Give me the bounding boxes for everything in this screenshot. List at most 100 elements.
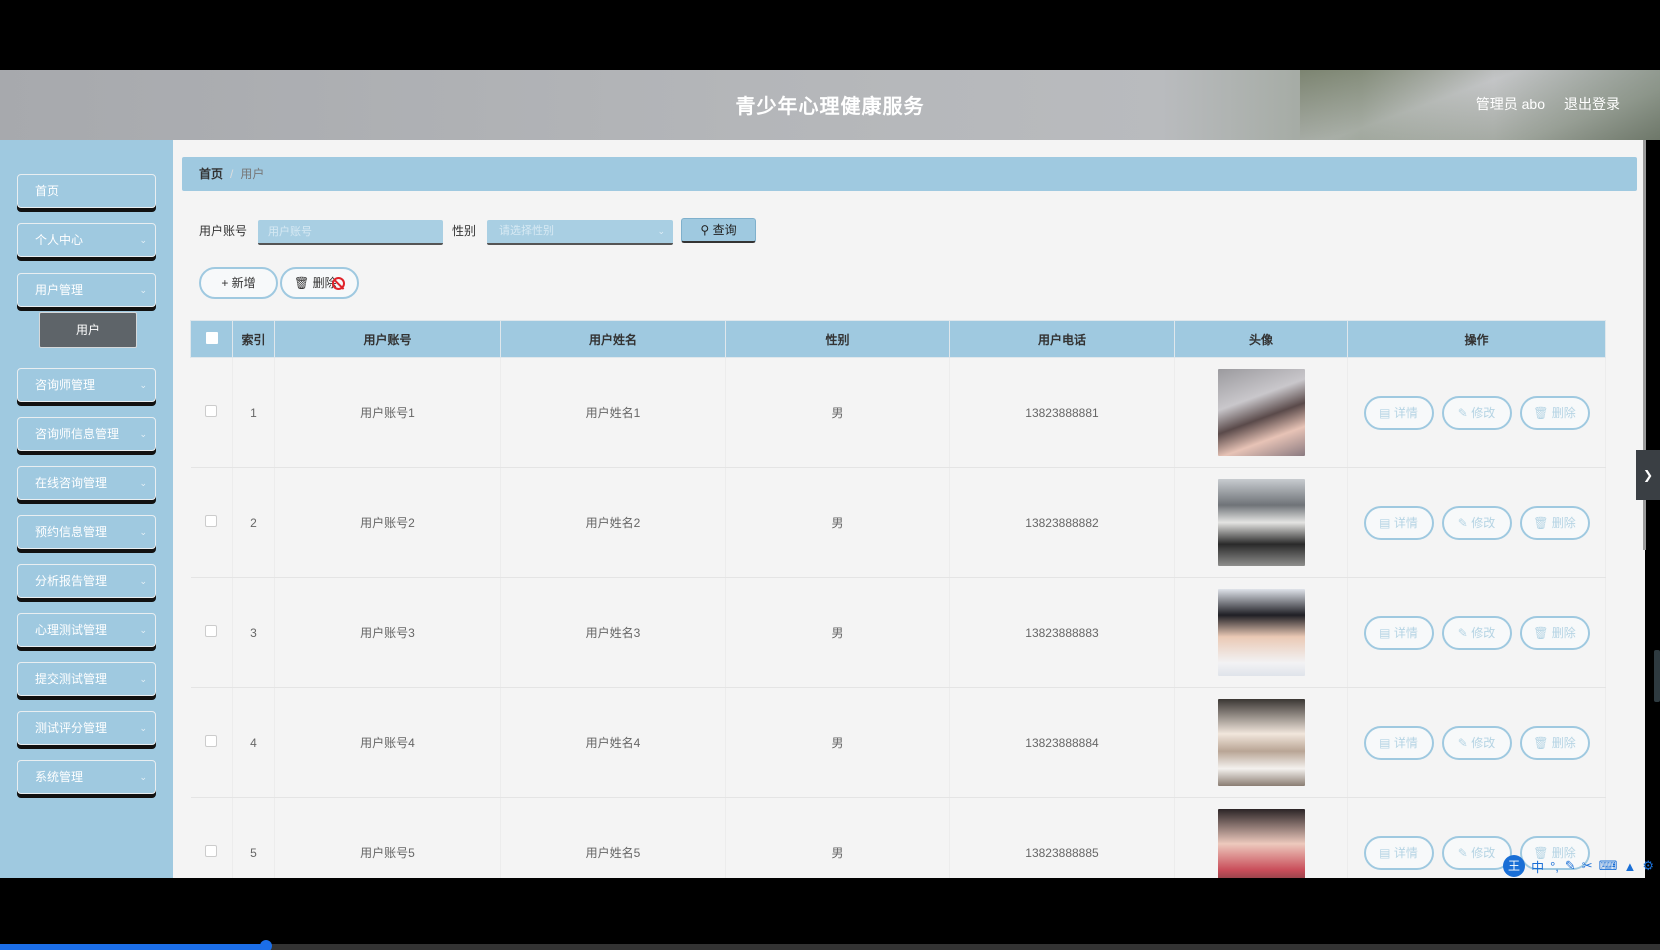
row-select-cell bbox=[190, 467, 233, 578]
query-button[interactable]: ⚲ 查询 bbox=[681, 218, 756, 243]
sidebar-item-label: 咨询师信息管理 bbox=[35, 427, 120, 441]
avatar-image[interactable] bbox=[1217, 369, 1305, 456]
table-header-row: 索引 用户账号 用户姓名 性别 用户电话 头像 操作 bbox=[190, 320, 1606, 358]
batch-delete-button[interactable]: 🗑 删除 bbox=[280, 267, 359, 299]
cell-gender: 男 bbox=[725, 687, 950, 798]
chevron-down-icon: ⌄ bbox=[139, 235, 147, 245]
edit-button[interactable]: ✎ 修改 bbox=[1441, 725, 1512, 760]
table-row[interactable]: 1 用户账号1 用户姓名1 男 13823888881 ▤ 详情 ✎ 修改 🗑 删除 bbox=[190, 357, 1606, 468]
edit-button-label: 修改 bbox=[1471, 625, 1496, 640]
detail-button[interactable]: ▤ 详情 bbox=[1363, 725, 1434, 760]
edit-button[interactable]: ✎ 修改 bbox=[1441, 395, 1512, 430]
logout-button[interactable]: 退出登录 bbox=[1564, 94, 1620, 114]
sidebar-item-label: 个人中心 bbox=[35, 233, 84, 247]
cell-gender: 男 bbox=[725, 577, 950, 688]
table-row[interactable]: 4 用户账号4 用户姓名4 男 13823888884 ▤ 详情 ✎ 修改 🗑 删除 bbox=[190, 687, 1606, 798]
ime-logo[interactable]: 王 bbox=[1503, 855, 1526, 877]
video-progress-bar[interactable] bbox=[0, 940, 1660, 950]
sidebar-item-system-management[interactable]: 系统管理 ⌄ bbox=[17, 760, 156, 794]
edit-button-label: 修改 bbox=[1471, 845, 1496, 860]
sidebar-item-submit-test-management[interactable]: 提交测试管理 ⌄ bbox=[17, 662, 156, 696]
video-progress-knob[interactable] bbox=[259, 940, 272, 950]
sidebar-item-label: 首页 bbox=[35, 184, 60, 198]
table-row[interactable]: 5 用户账号5 用户姓名5 男 13823888885 ▤ 详情 ✎ 修改 🗑 删除 bbox=[190, 797, 1606, 878]
detail-button[interactable]: ▤ 详情 bbox=[1363, 835, 1434, 870]
cell-avatar bbox=[1174, 577, 1348, 688]
row-checkbox[interactable] bbox=[205, 405, 218, 417]
row-checkbox[interactable] bbox=[205, 515, 218, 527]
edit-button[interactable]: ✎ 修改 bbox=[1441, 835, 1512, 870]
gear-icon[interactable]: ⚙ bbox=[1642, 858, 1654, 874]
detail-button[interactable]: ▤ 详情 bbox=[1363, 615, 1434, 650]
row-delete-button[interactable]: 🗑 删除 bbox=[1519, 505, 1590, 540]
edit-button[interactable]: ✎ 修改 bbox=[1441, 615, 1512, 650]
cell-phone: 13823888885 bbox=[949, 797, 1175, 878]
sidebar-item-counselor-info-management[interactable]: 咨询师信息管理 ⌄ bbox=[17, 417, 156, 451]
sidebar-item-label: 用户管理 bbox=[35, 283, 84, 297]
sidebar-item-home[interactable]: 首页 bbox=[17, 174, 156, 208]
row-select-cell bbox=[190, 687, 233, 798]
punctuation-icon[interactable]: °, bbox=[1550, 859, 1559, 874]
add-button[interactable]: + 新增 bbox=[199, 267, 278, 299]
cell-index: 1 bbox=[232, 357, 275, 468]
table-body: 1 用户账号1 用户姓名1 男 13823888881 ▤ 详情 ✎ 修改 🗑 删除 2 用户账号… bbox=[190, 357, 1606, 878]
sidebar-item-test-score-management[interactable]: 测试评分管理 ⌄ bbox=[17, 711, 156, 745]
row-delete-button[interactable]: 🗑 删除 bbox=[1519, 725, 1590, 760]
cell-operations: ▤ 详情 ✎ 修改 🗑 删除 bbox=[1347, 687, 1606, 798]
document-icon: ▤ bbox=[1379, 735, 1394, 750]
edit-button[interactable]: ✎ 修改 bbox=[1441, 505, 1512, 540]
pencil-icon: ✎ bbox=[1457, 625, 1472, 640]
cell-phone: 13823888882 bbox=[949, 467, 1175, 578]
row-delete-button-label: 删除 bbox=[1551, 515, 1576, 530]
row-delete-button[interactable]: 🗑 删除 bbox=[1519, 395, 1590, 430]
row-delete-button[interactable]: 🗑 删除 bbox=[1519, 615, 1590, 650]
gender-select[interactable]: 请选择性别 ⌄ bbox=[487, 220, 673, 245]
pencil-icon: ✎ bbox=[1457, 735, 1472, 750]
row-checkbox[interactable] bbox=[205, 625, 218, 637]
keyboard-icon[interactable]: ⌨ bbox=[1599, 858, 1618, 874]
avatar-image[interactable] bbox=[1217, 809, 1305, 878]
sidebar-item-appointment-management[interactable]: 预约信息管理 ⌄ bbox=[17, 515, 156, 549]
detail-button-label: 详情 bbox=[1393, 515, 1418, 530]
ime-toolbar: 王 中 °, ✎ ✂ ⌨ ▲ ⚙ bbox=[1503, 855, 1654, 877]
detail-button[interactable]: ▤ 详情 bbox=[1363, 395, 1434, 430]
table-row[interactable]: 2 用户账号2 用户姓名2 男 13823888882 ▤ 详情 ✎ 修改 🗑 删除 bbox=[190, 467, 1606, 578]
table-row[interactable]: 3 用户账号3 用户姓名3 男 13823888883 ▤ 详情 ✎ 修改 🗑 删除 bbox=[190, 577, 1606, 688]
breadcrumb-home[interactable]: 首页 bbox=[199, 167, 223, 181]
chevron-down-icon: ⌄ bbox=[139, 285, 147, 295]
avatar-image[interactable] bbox=[1217, 479, 1305, 566]
avatar-image[interactable] bbox=[1217, 699, 1305, 786]
row-checkbox[interactable] bbox=[205, 735, 218, 747]
cell-index: 3 bbox=[232, 577, 275, 688]
sidebar-item-psych-test-management[interactable]: 心理测试管理 ⌄ bbox=[17, 613, 156, 647]
pen-icon[interactable]: ✎ bbox=[1565, 858, 1576, 874]
avatar-image[interactable] bbox=[1217, 589, 1305, 676]
account-search-input[interactable] bbox=[258, 220, 443, 245]
sidebar-item-personal-center[interactable]: 个人中心 ⌄ bbox=[17, 223, 156, 257]
cell-operations: ▤ 详情 ✎ 修改 🗑 删除 bbox=[1347, 577, 1606, 688]
sidebar-subitem-user[interactable]: 用户 bbox=[39, 312, 137, 348]
sidebar-item-analysis-report-management[interactable]: 分析报告管理 ⌄ bbox=[17, 564, 156, 598]
side-widget-handle[interactable] bbox=[1654, 650, 1660, 702]
sidebar-item-online-consult-management[interactable]: 在线咨询管理 ⌄ bbox=[17, 466, 156, 500]
expand-panel-button[interactable]: ❯ bbox=[1636, 450, 1660, 500]
gender-search-label: 性别 bbox=[452, 224, 477, 238]
column-header-avatar: 头像 bbox=[1174, 320, 1348, 358]
sidebar-item-user-management[interactable]: 用户管理 ⌄ bbox=[17, 273, 156, 307]
detail-button-label: 详情 bbox=[1393, 845, 1418, 860]
chevron-down-icon: ⌄ bbox=[139, 478, 147, 488]
video-progress-fill bbox=[0, 944, 266, 950]
detail-button[interactable]: ▤ 详情 bbox=[1363, 505, 1434, 540]
scissors-icon[interactable]: ✂ bbox=[1582, 858, 1593, 874]
sidebar-item-counselor-management[interactable]: 咨询师管理 ⌄ bbox=[17, 368, 156, 402]
document-icon: ▤ bbox=[1379, 405, 1394, 420]
ime-mode-toggle[interactable]: 中 bbox=[1531, 857, 1544, 876]
pencil-icon: ✎ bbox=[1457, 405, 1472, 420]
breadcrumb-separator: / bbox=[230, 167, 234, 181]
sidebar-item-label: 测试评分管理 bbox=[35, 721, 108, 735]
trash-icon: 🗑 bbox=[1533, 515, 1552, 530]
row-select-cell bbox=[190, 577, 233, 688]
row-checkbox[interactable] bbox=[205, 845, 218, 857]
skin-icon[interactable]: ▲ bbox=[1623, 859, 1636, 874]
select-all-checkbox[interactable] bbox=[205, 331, 218, 344]
